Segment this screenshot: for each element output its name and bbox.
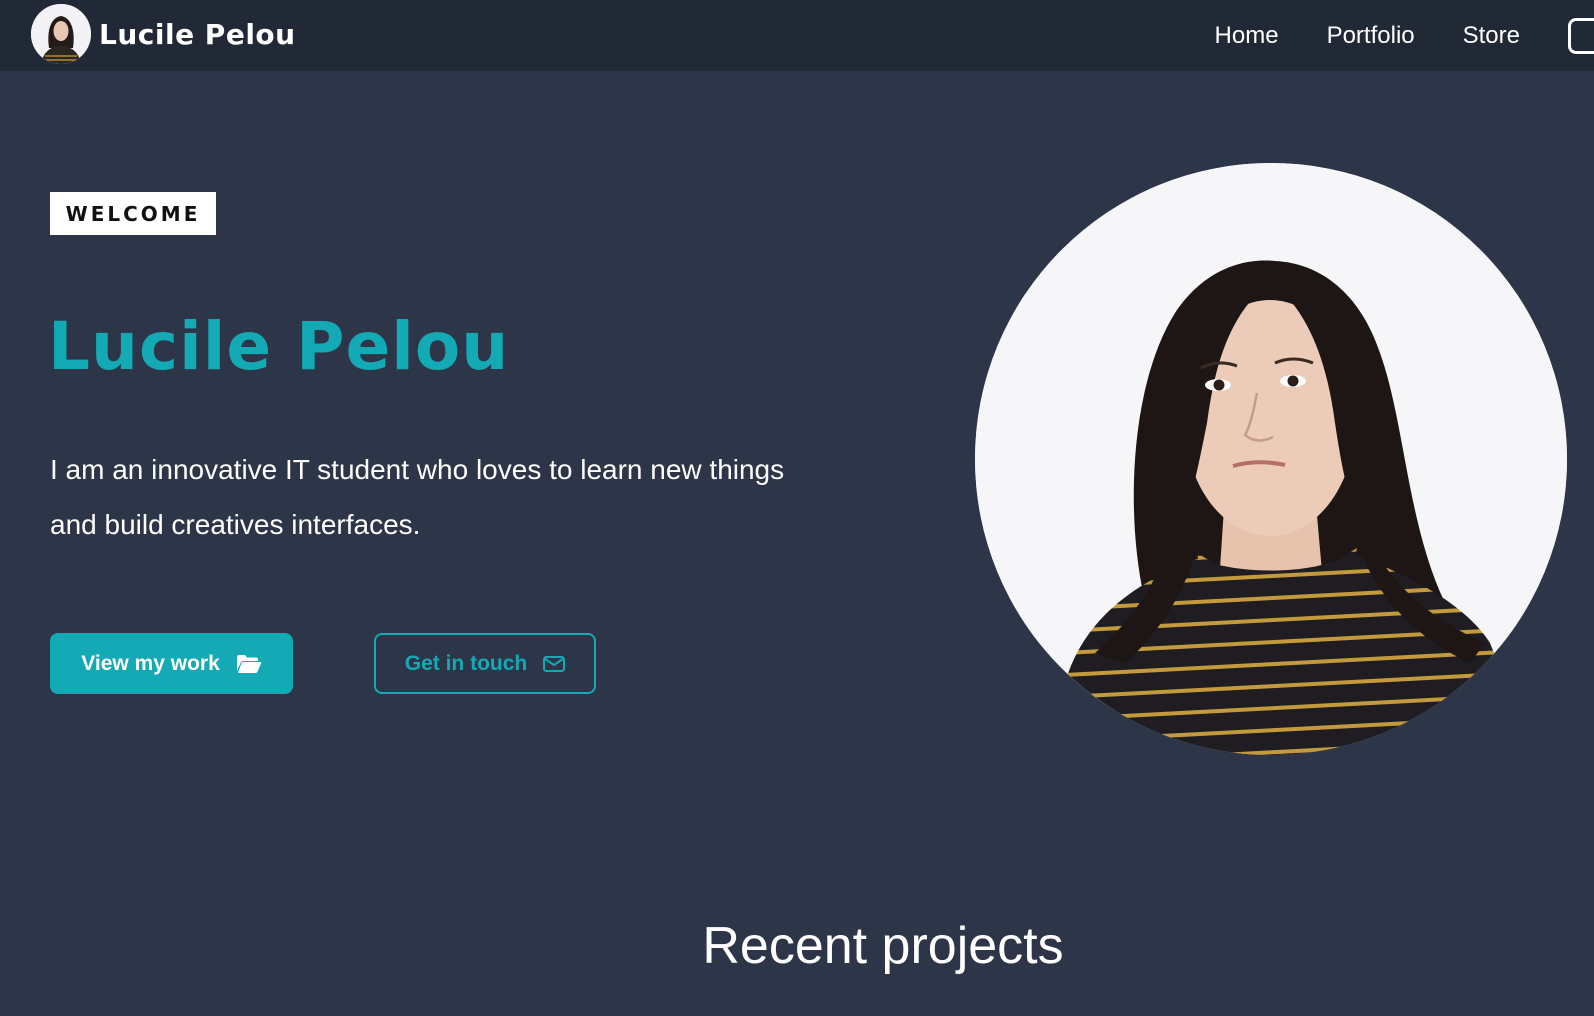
get-in-touch-button[interactable]: Get in touch — [374, 633, 596, 694]
nav-link-store[interactable]: Store — [1463, 22, 1520, 50]
view-my-work-button[interactable]: View my work — [50, 633, 293, 694]
navbar: Lucile Pelou Home Portfolio Store — [0, 0, 1594, 71]
page: Lucile Pelou Home Portfolio Store WELCOM… — [0, 0, 1594, 1016]
nav-cut-off-button[interactable] — [1568, 17, 1594, 54]
brand-avatar — [31, 4, 91, 64]
nav-links: Home Portfolio Store — [1215, 0, 1594, 71]
nav-link-portfolio[interactable]: Portfolio — [1327, 22, 1415, 50]
welcome-badge: WELCOME — [50, 192, 216, 235]
envelope-icon — [543, 655, 566, 672]
brand-link[interactable]: Lucile Pelou — [31, 3, 296, 65]
nav-link-home[interactable]: Home — [1215, 22, 1279, 50]
view-my-work-label: View my work — [81, 651, 220, 675]
brand-name: Lucile Pelou — [99, 17, 296, 51]
folder-open-icon — [236, 654, 262, 674]
get-in-touch-label: Get in touch — [404, 651, 528, 675]
hero-title: Lucile Pelou — [48, 308, 510, 385]
hero-intro: I am an innovative IT student who loves … — [50, 454, 785, 540]
profile-photo — [975, 163, 1567, 755]
recent-projects-heading: Recent projects — [702, 917, 1064, 975]
